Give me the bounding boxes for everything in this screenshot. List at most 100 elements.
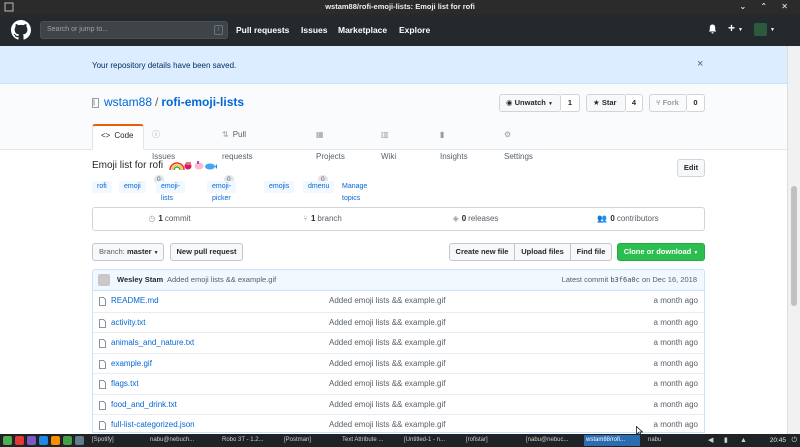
watch-count[interactable]: 1 bbox=[561, 94, 580, 112]
taskbar-item-untitled[interactable]: [Untitled-1 - n... bbox=[404, 435, 454, 446]
taskbar-item-spotify[interactable]: [Spotify] bbox=[92, 435, 132, 446]
taskbar-item-nabu[interactable]: nabu bbox=[648, 435, 670, 446]
commit-message[interactable]: Added emoji lists && example.gif bbox=[167, 275, 276, 284]
eye-icon: ◉ bbox=[506, 98, 513, 107]
file-commit-message[interactable]: Added emoji lists && example.gif bbox=[329, 318, 446, 327]
files-icon[interactable] bbox=[27, 436, 36, 445]
taskbar-item-postman[interactable]: [Postman] bbox=[284, 435, 324, 446]
search-input[interactable]: Search or jump to... / bbox=[40, 21, 228, 39]
topic-tag[interactable]: dmenu bbox=[303, 181, 335, 193]
fork-count[interactable]: 0 bbox=[687, 94, 705, 112]
window-menu-icon[interactable] bbox=[4, 2, 14, 12]
taskbar-item-rofistar[interactable]: [rofistar] bbox=[466, 435, 500, 446]
tab-code[interactable]: <> Code bbox=[92, 124, 144, 150]
bell-icon[interactable] bbox=[708, 24, 717, 34]
nav-explore[interactable]: Explore bbox=[399, 25, 430, 35]
browser-icon[interactable] bbox=[51, 436, 60, 445]
upload-files-button[interactable]: Upload files bbox=[515, 243, 571, 261]
branch-select-button[interactable]: Branch: master ▼ bbox=[92, 243, 164, 261]
nav-pull-requests[interactable]: Pull requests bbox=[236, 25, 289, 35]
file-name-link[interactable]: food_and_drink.txt bbox=[111, 400, 177, 409]
table-row: README.md Added emoji lists && example.g… bbox=[93, 291, 704, 312]
clone-label: Clone or download bbox=[623, 247, 692, 256]
network-icon[interactable]: ▲ bbox=[740, 434, 747, 447]
page-scrollbar[interactable] bbox=[787, 46, 800, 434]
find-file-button[interactable]: Find file bbox=[571, 243, 612, 261]
file-name-link[interactable]: README.md bbox=[111, 296, 159, 305]
nav-issues[interactable]: Issues bbox=[301, 25, 327, 35]
chevron-down-icon: ▼ bbox=[738, 27, 743, 33]
power-icon[interactable]: ⏻ bbox=[791, 434, 797, 447]
file-commit-message[interactable]: Added emoji lists && example.gif bbox=[329, 296, 446, 305]
github-logo-icon[interactable] bbox=[11, 20, 31, 40]
tab-insights[interactable]: ▮ Insights bbox=[440, 124, 468, 161]
tab-projects-label: Projects bbox=[316, 152, 345, 161]
taskbar-item-robo3t[interactable]: Robo 3T - 1.2... bbox=[222, 435, 268, 446]
tab-wiki[interactable]: ▥ Wiki bbox=[381, 124, 396, 161]
tab-insights-label: Insights bbox=[440, 152, 468, 161]
tab-settings[interactable]: ⚙ Settings bbox=[504, 124, 533, 161]
chat-icon[interactable] bbox=[63, 436, 72, 445]
chevron-down-icon: ▼ bbox=[770, 27, 775, 33]
commit-sha[interactable]: b3f6a0c bbox=[610, 276, 640, 284]
tab-pull-requests[interactable]: ⇅ Pull requests0 bbox=[222, 124, 253, 184]
tab-projects[interactable]: ▦Projects0 bbox=[316, 124, 345, 184]
file-name-link[interactable]: example.gif bbox=[111, 359, 152, 368]
edit-description-button[interactable]: Edit bbox=[677, 159, 705, 177]
topic-tag[interactable]: rofi bbox=[92, 181, 112, 193]
file-name-link[interactable]: animals_and_nature.txt bbox=[111, 338, 194, 347]
unwatch-button[interactable]: ◉ Unwatch ▼ bbox=[499, 94, 561, 112]
nav-marketplace[interactable]: Marketplace bbox=[338, 25, 387, 35]
taskbar-item-text-attribute[interactable]: Text Attribute ... bbox=[342, 435, 400, 446]
repo-name-link[interactable]: rofi-emoji-lists bbox=[161, 95, 244, 109]
new-pull-request-button[interactable]: New pull request bbox=[170, 243, 243, 261]
tab-issues[interactable]: ⓘIssues0 bbox=[152, 124, 175, 184]
volume-icon[interactable]: ◀ bbox=[708, 434, 713, 447]
star-button[interactable]: ★ Star bbox=[586, 94, 626, 112]
summary-commits[interactable]: ◷ 1 commit bbox=[93, 208, 246, 230]
repo-owner-link[interactable]: wstam88 bbox=[104, 95, 152, 109]
create-new-file-button[interactable]: Create new file bbox=[449, 243, 515, 261]
contributors-label: contributors bbox=[616, 214, 659, 223]
avatar[interactable] bbox=[754, 23, 767, 36]
fork-button[interactable]: ⑂ Fork bbox=[649, 94, 687, 112]
file-commit-message[interactable]: Added emoji lists && example.gif bbox=[329, 379, 446, 388]
latest-commit-info: Latest commit b3f6a0c on Dec 16, 2018 bbox=[562, 275, 697, 284]
scrollbar-thumb[interactable] bbox=[791, 186, 797, 306]
file-name-link[interactable]: full-list-categorized.json bbox=[111, 420, 195, 429]
vscode-icon[interactable] bbox=[39, 436, 48, 445]
search-placeholder: Search or jump to... bbox=[47, 26, 109, 33]
star-count[interactable]: 4 bbox=[626, 94, 643, 112]
close-icon[interactable]: × bbox=[697, 58, 703, 70]
avatar[interactable] bbox=[98, 274, 110, 286]
file-name-link[interactable]: flags.txt bbox=[111, 379, 139, 388]
summary-contributors[interactable]: 👥 0 contributors bbox=[552, 208, 704, 230]
topic-tag[interactable]: emoji-picker bbox=[207, 181, 237, 202]
taskbar-item-browser-active[interactable]: wstam88/rofi... bbox=[584, 435, 640, 446]
plus-icon[interactable]: + bbox=[728, 21, 735, 35]
commit-author[interactable]: Wesley Stam bbox=[117, 275, 163, 284]
topic-tag[interactable]: emoji-lists bbox=[156, 181, 186, 202]
file-name-link[interactable]: activity.txt bbox=[111, 318, 146, 327]
app-launcher-icon[interactable] bbox=[3, 436, 12, 445]
file-commit-message[interactable]: Added emoji lists && example.gif bbox=[329, 400, 446, 409]
latest-commit-bar: Wesley Stam Added emoji lists && example… bbox=[92, 269, 705, 291]
clone-or-download-button[interactable]: Clone or download ▼ bbox=[617, 243, 705, 261]
file-commit-message[interactable]: Added emoji lists && example.gif bbox=[329, 338, 446, 347]
file-icon bbox=[99, 319, 106, 328]
code-icon: <> bbox=[101, 131, 111, 140]
taskbar-item-terminal[interactable]: nabu@nebuch... bbox=[150, 435, 206, 446]
summary-releases[interactable]: ◈ 0 releases bbox=[399, 208, 552, 230]
settings-icon[interactable] bbox=[75, 436, 84, 445]
battery-icon[interactable]: ▮ bbox=[724, 434, 728, 447]
file-commit-message[interactable]: Added emoji lists && example.gif bbox=[329, 359, 446, 368]
taskbar-item-nabu-terminal[interactable]: [nabu@nebuc... bbox=[526, 435, 578, 446]
topic-tag[interactable]: emoji bbox=[119, 181, 146, 193]
topic-tag[interactable]: emojis bbox=[264, 181, 295, 193]
manage-topics-link[interactable]: Manage topics bbox=[342, 181, 367, 205]
terminal-icon[interactable] bbox=[15, 436, 24, 445]
window-controls[interactable]: ⌄ ⌃ ✕ bbox=[739, 0, 794, 14]
file-commit-message[interactable]: Added emoji lists && example.gif bbox=[329, 420, 446, 429]
book-icon: ▥ bbox=[381, 130, 389, 139]
summary-branches[interactable]: ⑂ 1 branch bbox=[246, 208, 399, 230]
